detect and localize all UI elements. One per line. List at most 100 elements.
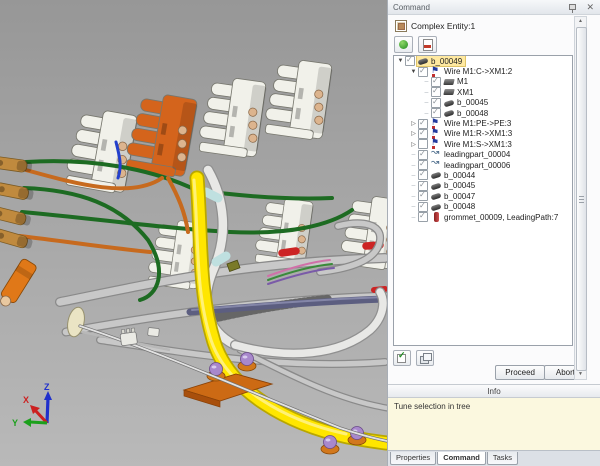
panel-title: Command [393, 3, 430, 12]
scrollbar-thumb[interactable] [576, 27, 587, 371]
tree-indent [394, 81, 422, 82]
tree-item-label: b_00048 [442, 202, 477, 211]
tree-item-label: b_00044 [442, 171, 477, 180]
tree-item[interactable]: – XM1 [394, 87, 572, 97]
tree-item-label: leadingpart_00004 [442, 150, 512, 159]
tree-indent [394, 185, 409, 186]
tree-toolbar [393, 350, 434, 366]
pin-icon[interactable] [569, 4, 576, 10]
entity-tree[interactable]: ▼b_00049▼Wire M1:C->XM1:2–M1–XM1–b_00045… [393, 55, 573, 346]
tree-indent [394, 113, 422, 114]
tree-indent [394, 154, 409, 155]
tree-item[interactable]: – grommet_00009, LeadingPath:7 [394, 212, 572, 222]
tree-item-label: M1 [455, 77, 470, 86]
tree-item[interactable]: – M1 [394, 77, 572, 87]
tree-item-label: b_00045 [455, 98, 490, 107]
axis-y-label: Y [12, 418, 18, 428]
tree-indent [394, 206, 409, 207]
tree-indent [394, 133, 409, 134]
connector-icon [444, 87, 455, 97]
tree-expander-icon[interactable]: ▷ [409, 120, 418, 127]
panel-tabstrip: Properties Command Tasks [388, 450, 600, 466]
axis-x-label: X [23, 395, 29, 405]
green-sphere-icon-button[interactable] [394, 36, 413, 53]
tree-guide: – [409, 182, 418, 189]
command-panel: Command ✕ Complex Entity:1 ▼b_00049▼Wire… [387, 0, 600, 466]
tree-item-label: b_00048 [455, 109, 490, 118]
entity-header: Complex Entity:1 [395, 20, 475, 32]
tree-item-label: b_00047 [442, 192, 477, 201]
axis-z-label: Z [44, 382, 50, 392]
tree-item-label: grommet_00009, LeadingPath:7 [442, 213, 560, 222]
tree-item-label: b_00045 [442, 181, 477, 190]
bundle-icon [431, 202, 442, 212]
tree-item-label: Wire M1:PE->PE:3 [442, 119, 513, 128]
orange-terminal[interactable] [0, 258, 38, 310]
axis-triad: Z X Y [12, 382, 52, 428]
harness-3d-model[interactable]: Z X Y [0, 0, 387, 466]
tree-item-label: leadingpart_00006 [442, 161, 512, 170]
tab-properties[interactable]: Properties [390, 452, 436, 465]
panel-titlebar[interactable]: Command ✕ [388, 0, 600, 15]
tree-item-label: Wire M1:S->XM1:3 [442, 140, 514, 149]
tree-expander-icon[interactable]: ▷ [409, 130, 418, 137]
tree-guide: – [422, 99, 431, 106]
tree-guide: – [409, 151, 418, 158]
tab-command[interactable]: Command [437, 452, 486, 465]
info-header: Info [388, 384, 600, 398]
tree-expander-icon[interactable]: ▼ [409, 69, 418, 75]
tree-indent [394, 92, 422, 93]
tree-guide: – [409, 172, 418, 179]
entity-label: Complex Entity:1 [411, 21, 475, 31]
stacked-squares-icon-button[interactable] [416, 350, 434, 366]
connector-icon [444, 77, 455, 87]
tree-expander-icon[interactable]: ▼ [396, 58, 405, 64]
tree-item-checkbox[interactable] [418, 212, 428, 222]
tree-guide: – [422, 110, 431, 117]
tree-item-checkbox[interactable] [418, 67, 428, 77]
tree-item[interactable]: ▷ Wire M1:R->XM1:3 [394, 129, 572, 139]
3d-viewport[interactable]: Z X Y [0, 0, 387, 466]
tree-indent [394, 217, 409, 218]
tree-item-label: Wire M1:R->XM1:3 [442, 129, 514, 138]
tree-indent [394, 71, 409, 72]
proceed-button[interactable]: Proceed [495, 365, 545, 380]
bundle-icon [431, 191, 442, 201]
tree-indent [394, 123, 409, 124]
application-window: Z X Y Command ✕ Complex Entity:1 ▼b_0004… [0, 0, 600, 466]
scroll-down-icon[interactable]: ▼ [575, 370, 586, 379]
leadingpart-icon [431, 160, 442, 170]
bundle-icon [431, 170, 442, 180]
tree-item-label: XM1 [455, 88, 475, 97]
green-check-icon-button[interactable] [393, 350, 411, 366]
tree-indent [394, 165, 409, 166]
tree-expander-icon[interactable]: ▷ [409, 141, 418, 148]
tree-indent [394, 102, 422, 103]
scroll-up-icon[interactable]: ▲ [575, 17, 586, 26]
tree-guide: – [409, 162, 418, 169]
tree-guide: – [422, 78, 431, 85]
close-icon[interactable]: ✕ [586, 0, 594, 15]
bundle-icon [444, 98, 455, 108]
tree-indent [394, 196, 409, 197]
bundle-icon [431, 181, 442, 191]
tree-guide: – [409, 193, 418, 200]
tree-guide: – [409, 203, 418, 210]
info-message: Tune selection in tree [388, 398, 600, 450]
complex-entity-icon [395, 20, 407, 32]
tree-guide: – [409, 214, 418, 221]
tree-indent [394, 144, 409, 145]
tree-indent [394, 175, 409, 176]
red-report-icon-button[interactable] [418, 36, 437, 53]
entity-toolbar [394, 36, 437, 53]
tree-item[interactable]: – b_00045 [394, 98, 572, 108]
tree-guide: – [422, 89, 431, 96]
tree-item-checkbox[interactable] [418, 129, 428, 139]
tab-tasks[interactable]: Tasks [487, 452, 518, 465]
bundle-icon [444, 108, 455, 118]
grommet-icon [431, 212, 442, 222]
tree-item-label: Wire M1:C->XM1:2 [442, 67, 514, 76]
panel-scrollbar[interactable]: ▲ ▼ [574, 16, 587, 380]
tree-item[interactable]: ▼ Wire M1:C->XM1:2 [394, 66, 572, 76]
tree-item-checkbox[interactable] [405, 56, 415, 66]
